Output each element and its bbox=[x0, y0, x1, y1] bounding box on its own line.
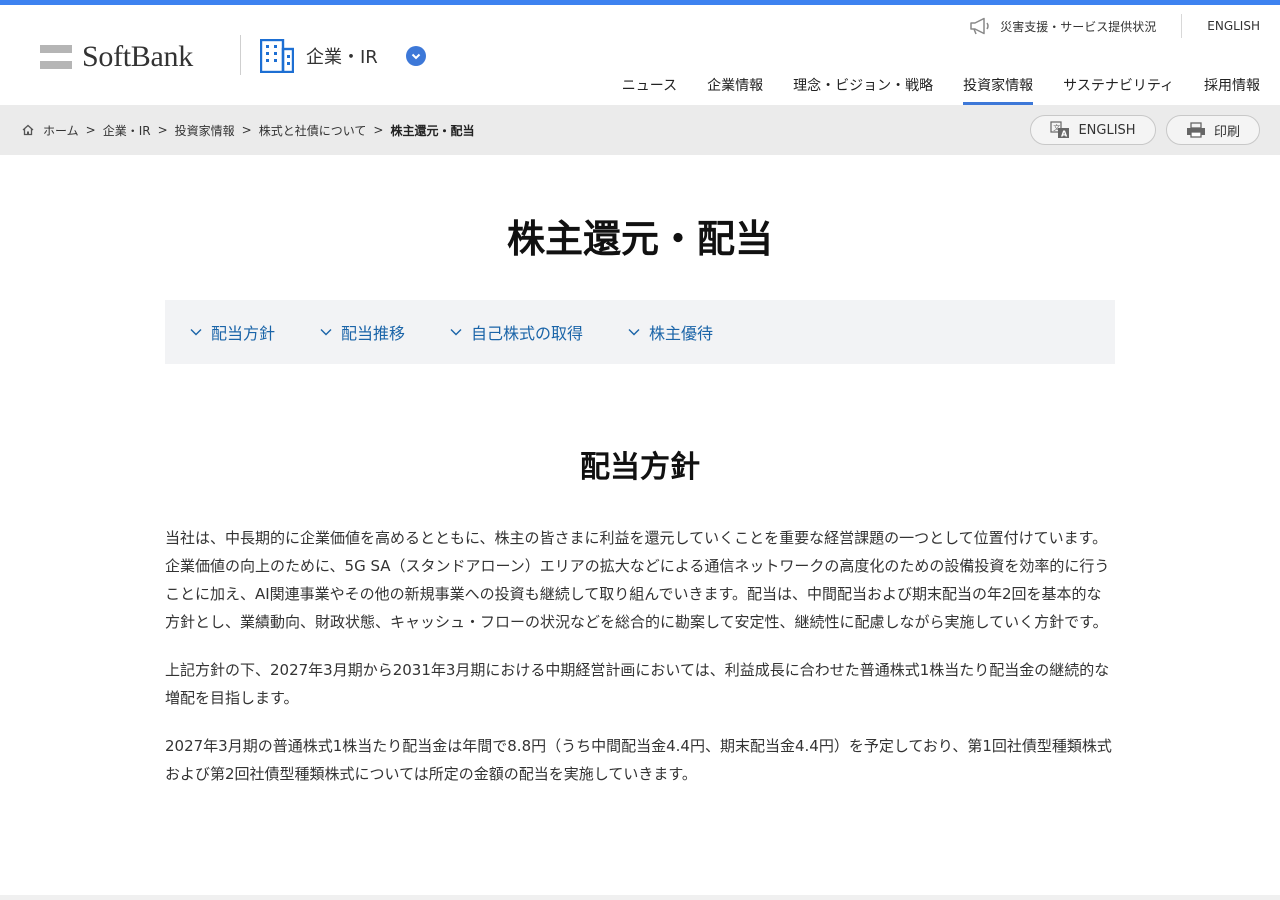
softbank-logo[interactable]: SoftBank bbox=[40, 42, 193, 72]
body-paragraph: 2027年3月期の普通株式1株当たり配当金は年間で8.8円（うち中間配当金4.4… bbox=[165, 737, 1112, 783]
breadcrumb-separator: > bbox=[373, 123, 384, 137]
section-body: 当社は、中長期的に企業価値を高めるとともに、株主の皆さまに利益を還元していくこと… bbox=[165, 524, 1115, 808]
anchor-link-label: 配当方針 bbox=[211, 324, 276, 343]
anchor-link-share-buyback[interactable]: 自己株式の取得 bbox=[450, 320, 583, 344]
anchor-link-label: 株主優待 bbox=[649, 324, 714, 343]
footer-edge bbox=[0, 895, 1280, 900]
building-icon bbox=[260, 39, 294, 73]
breadcrumb-bar: ホーム > 企業・IR > 投資家情報 > 株式と社債について > 株主還元・配… bbox=[0, 105, 1280, 155]
svg-text:文: 文 bbox=[1054, 123, 1061, 132]
print-button[interactable]: 印刷 bbox=[1166, 115, 1260, 145]
page-actions: 文 A ENGLISH 印刷 bbox=[1020, 115, 1260, 145]
anchor-link-dividend-history[interactable]: 配当推移 bbox=[320, 320, 405, 344]
nav-item-vision[interactable]: 理念・ビジョン・戦略 bbox=[793, 75, 933, 105]
chevron-down-icon bbox=[628, 329, 640, 336]
section-title: 配当方針 bbox=[580, 450, 700, 485]
anchor-nav: 配当方針 配当推移 自己株式の取得 株主優待 bbox=[165, 300, 1115, 364]
english-link[interactable]: ENGLISH bbox=[1207, 19, 1260, 33]
breadcrumb-separator: > bbox=[85, 123, 96, 137]
breadcrumb-item-corporate-ir[interactable]: 企業・IR bbox=[103, 122, 151, 139]
megaphone-icon bbox=[970, 17, 989, 35]
utility-divider bbox=[1181, 14, 1183, 38]
breadcrumb-current: 株主還元・配当 bbox=[390, 123, 475, 138]
anchor-link-label: 自己株式の取得 bbox=[471, 324, 584, 343]
global-nav: ニュース 企業情報 理念・ビジョン・戦略 投資家情報 サステナビリティ 採用情報 bbox=[592, 75, 1260, 105]
print-button-label: 印刷 bbox=[1213, 124, 1240, 140]
chevron-down-icon bbox=[190, 329, 202, 336]
site-header: SoftBank 企業・IR 災害支援・サービス提供状況 ENGLISH ニュー… bbox=[0, 5, 1280, 105]
nav-item-news[interactable]: ニュース bbox=[622, 75, 677, 105]
breadcrumb-separator: > bbox=[157, 123, 168, 137]
english-button[interactable]: 文 A ENGLISH bbox=[1030, 115, 1156, 145]
chevron-down-icon bbox=[320, 329, 332, 336]
breadcrumb-item-investors[interactable]: 投資家情報 bbox=[175, 122, 235, 139]
logo-text: SoftBank bbox=[82, 40, 193, 73]
nav-item-company[interactable]: 企業情報 bbox=[707, 75, 763, 105]
english-button-label: ENGLISH bbox=[1078, 122, 1136, 138]
disaster-support-link[interactable]: 災害支援・サービス提供状況 bbox=[969, 17, 1156, 35]
translate-icon: 文 A bbox=[1050, 121, 1070, 139]
body-paragraph: 上記方針の下、2027年3月期から2031年3月期における中期経営計画においては… bbox=[165, 661, 1110, 707]
disaster-support-label: 災害支援・サービス提供状況 bbox=[1000, 19, 1157, 34]
utility-bar: 災害支援・サービス提供状況 ENGLISH bbox=[969, 13, 1260, 39]
breadcrumb-item-home[interactable]: ホーム bbox=[43, 122, 79, 139]
anchor-link-label: 配当推移 bbox=[341, 324, 406, 343]
breadcrumb-separator: > bbox=[241, 123, 252, 137]
header-divider bbox=[240, 35, 241, 75]
svg-text:A: A bbox=[1061, 130, 1068, 139]
anchor-link-dividend-policy[interactable]: 配当方針 bbox=[190, 320, 275, 344]
page-title: 株主還元・配当 bbox=[506, 217, 773, 261]
anchor-link-shareholder-benefits[interactable]: 株主優待 bbox=[628, 320, 713, 344]
nav-item-recruit[interactable]: 採用情報 bbox=[1204, 75, 1260, 105]
printer-icon bbox=[1186, 122, 1205, 138]
breadcrumb-item-stock-bonds[interactable]: 株式と社債について bbox=[259, 122, 367, 139]
breadcrumb: ホーム > 企業・IR > 投資家情報 > 株式と社債について > 株主還元・配… bbox=[22, 105, 474, 155]
section-switcher[interactable]: 企業・IR bbox=[260, 39, 426, 73]
body-paragraph: 当社は、中長期的に企業価値を高めるとともに、株主の皆さまに利益を還元していくこと… bbox=[165, 529, 1110, 631]
home-icon bbox=[22, 124, 34, 136]
chevron-down-icon bbox=[450, 329, 462, 336]
logo-mark bbox=[40, 45, 72, 69]
section-label: 企業・IR bbox=[306, 47, 378, 68]
nav-item-investors[interactable]: 投資家情報 bbox=[963, 75, 1034, 105]
chevron-down-icon[interactable] bbox=[405, 46, 426, 66]
nav-item-sustainability[interactable]: サステナビリティ bbox=[1063, 75, 1174, 105]
